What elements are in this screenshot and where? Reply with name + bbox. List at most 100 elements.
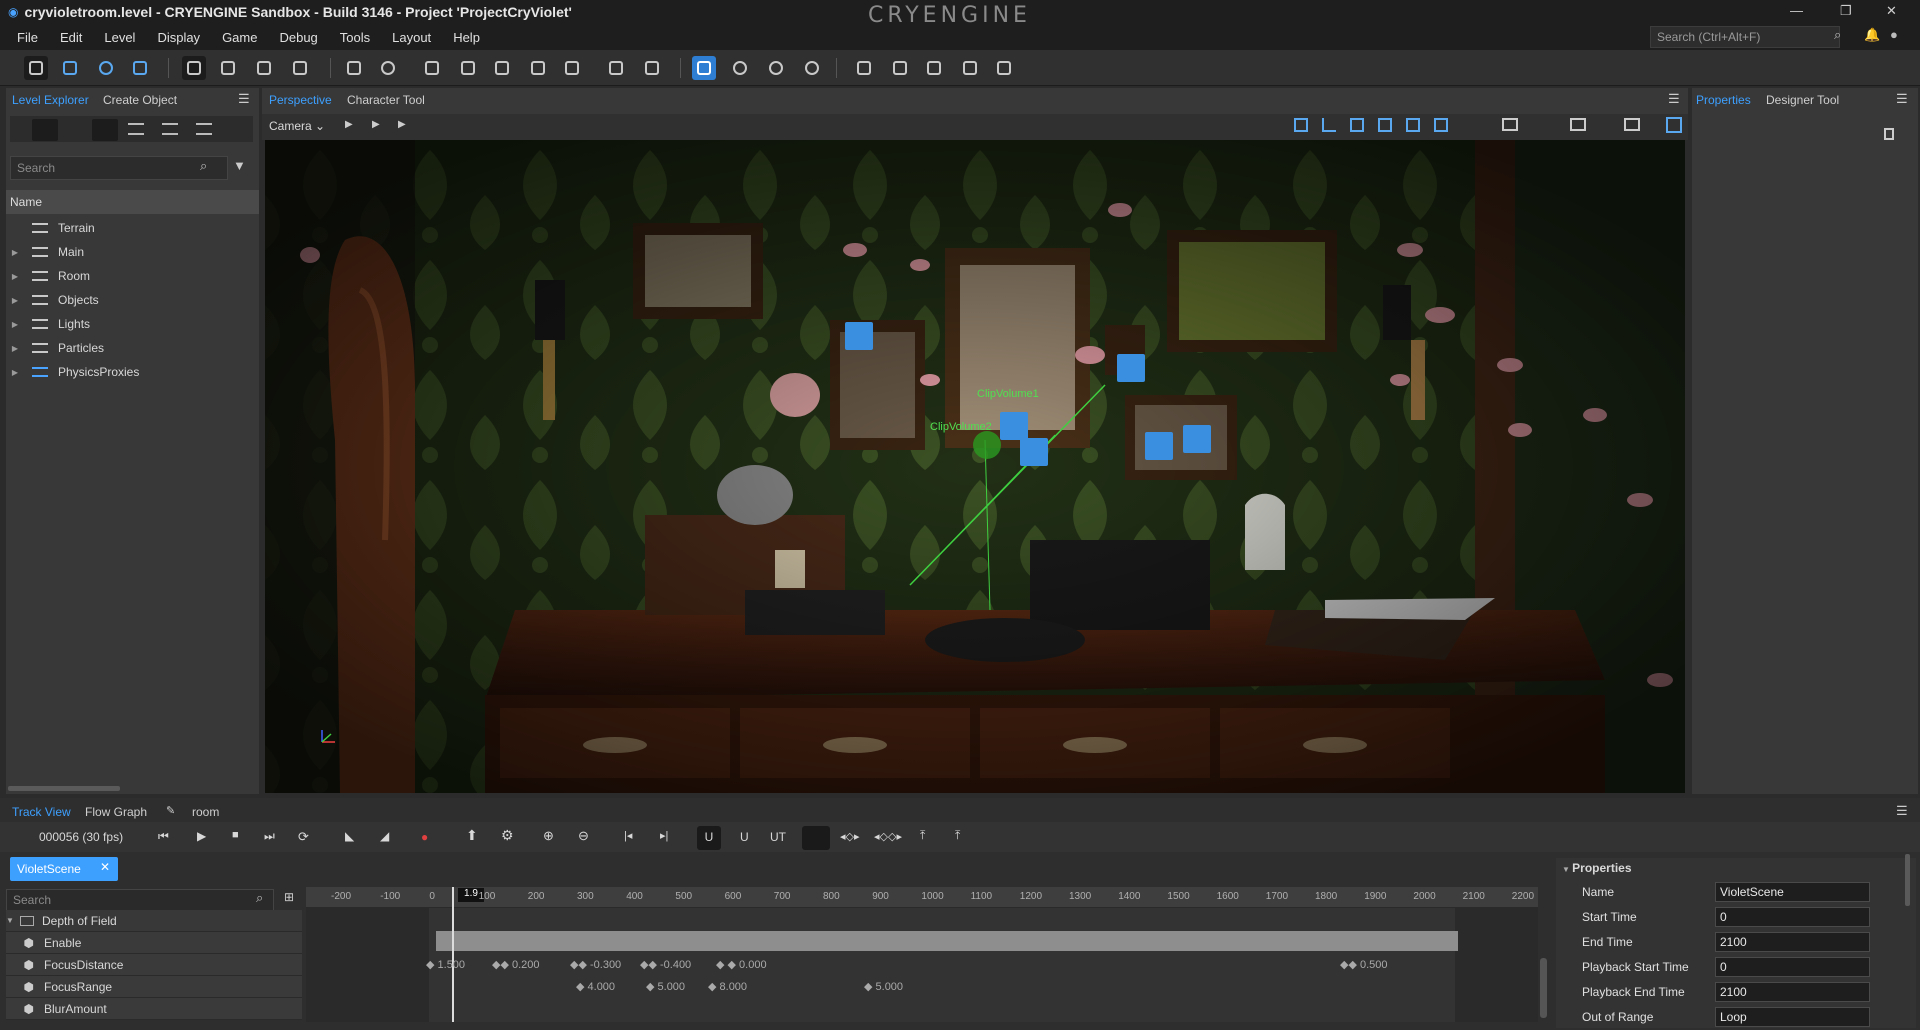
vertex-snap-icon[interactable] [1378, 118, 1392, 132]
pause-icon[interactable] [764, 56, 788, 80]
unlink-icon[interactable] [526, 56, 550, 80]
zoom-icon[interactable] [376, 56, 400, 80]
terrain-icon[interactable] [958, 56, 982, 80]
view-full-icon[interactable] [196, 123, 212, 135]
scale-snap-icon[interactable] [1350, 118, 1364, 132]
restore-button[interactable]: ❐ [1840, 3, 1852, 19]
tab-level-explorer[interactable]: Level Explorer [12, 93, 89, 107]
loop-icon[interactable]: ⟳ [298, 829, 309, 845]
lock-icon[interactable] [604, 56, 628, 80]
snap-angle-icon[interactable] [216, 56, 240, 80]
go-start-icon[interactable]: ⏮ [158, 829, 169, 844]
tab-track-view[interactable]: Track View [12, 805, 71, 819]
tab-designer-tool[interactable]: Designer Tool [1766, 93, 1839, 107]
layout-options-icon[interactable] [1624, 118, 1640, 131]
key-mode-icon[interactable] [802, 826, 830, 850]
rotate-tool-icon[interactable] [94, 56, 118, 80]
clipvolume-label[interactable]: ClipVolume1 [977, 388, 1039, 400]
scale-tool-icon[interactable] [128, 56, 152, 80]
menu-game[interactable]: Game [211, 30, 268, 45]
tab-flow-graph[interactable]: Flow Graph [85, 805, 147, 819]
ai-physics-icon[interactable] [728, 56, 752, 80]
align-center-icon[interactable] [456, 56, 480, 80]
track-focusdistance[interactable]: ⬢ FocusDistance [6, 954, 302, 976]
pin-icon[interactable]: ✎ [166, 804, 175, 817]
expand-arrow-icon[interactable]: ▶ [6, 344, 24, 353]
zoom-out-icon[interactable]: ⊖ [578, 828, 589, 844]
layer-terrain[interactable]: Terrain [6, 216, 258, 240]
layer-room[interactable]: ▶ Room [6, 264, 258, 288]
move-tool-icon[interactable] [58, 56, 82, 80]
snap-left-icon[interactable]: ◣ [345, 829, 354, 843]
next-key-icon[interactable]: ▸| [660, 829, 668, 842]
perspective-viewport[interactable]: ClipVolume1 ClipVolume2 [265, 140, 1685, 793]
tab-properties[interactable]: Properties [1696, 93, 1751, 107]
record-icon[interactable]: ● [421, 830, 428, 844]
viewport-menu-icon[interactable]: ☰ [1668, 91, 1680, 107]
user-icon[interactable]: ● [1890, 27, 1898, 42]
view-objects-icon[interactable] [162, 123, 178, 135]
close-button[interactable]: ✕ [1886, 3, 1897, 19]
menu-file[interactable]: File [6, 30, 49, 45]
flowgraph-icon[interactable] [992, 56, 1016, 80]
step-icon[interactable] [800, 56, 824, 80]
vertex-snap-icon[interactable] [342, 56, 366, 80]
expand-arrow-icon[interactable]: ▶ [6, 296, 24, 305]
link-icon[interactable] [490, 56, 514, 80]
properties-header[interactable]: ▼ Properties [1562, 861, 1632, 875]
menu-level[interactable]: Level [93, 30, 146, 45]
go-end-icon[interactable]: ⏭ [264, 829, 275, 844]
character-icon[interactable] [888, 56, 912, 80]
track-group-dof[interactable]: ▼ Depth of Field [6, 910, 302, 932]
unlock-icon[interactable] [640, 56, 664, 80]
helpers-toggle-icon[interactable] [1666, 117, 1682, 133]
panel-menu-icon[interactable]: ☰ [1896, 91, 1908, 107]
snap-grid-icon[interactable] [182, 56, 206, 80]
panel-menu-icon[interactable]: ☰ [1896, 803, 1908, 819]
snap-scale-icon[interactable] [252, 56, 276, 80]
close-icon[interactable]: ✕ [100, 860, 110, 874]
snap-right-icon[interactable]: ◢ [380, 829, 389, 843]
step-fast-icon[interactable]: ▶ [398, 119, 406, 130]
zoom-in-icon[interactable]: ⊕ [543, 828, 554, 844]
select-tool-icon[interactable] [24, 56, 48, 80]
clipvolume-label[interactable]: ClipVolume2 [930, 421, 992, 433]
snap-tick-icon[interactable]: UT [770, 830, 786, 844]
snap-frame-icon[interactable]: U [740, 830, 749, 844]
notification-icon[interactable]: 🔔 [1864, 27, 1880, 43]
add-track-icon[interactable]: ⊞ [284, 890, 294, 904]
align-icon[interactable] [420, 56, 444, 80]
playback-end-input[interactable]: 2100 [1715, 981, 1870, 1002]
tab-character-tool[interactable]: Character Tool [347, 93, 425, 107]
expand-arrow-icon[interactable]: ▶ [6, 368, 24, 377]
tab-create-object[interactable]: Create Object [103, 93, 177, 107]
minimize-button[interactable]: — [1790, 3, 1803, 18]
grid-icon[interactable] [1294, 118, 1308, 132]
timeline-scrollbar[interactable] [1540, 958, 1547, 1018]
layer-particles[interactable]: ▶ Particles [6, 336, 258, 360]
end-time-input[interactable]: 2100 [1715, 931, 1870, 952]
layer-main[interactable]: ▶ Main [6, 240, 258, 264]
view-all-icon[interactable] [92, 119, 118, 141]
menu-edit[interactable]: Edit [49, 30, 93, 45]
snap-terrain-icon[interactable] [288, 56, 312, 80]
global-search-input[interactable]: Search (Ctrl+Alt+F) [1650, 26, 1840, 48]
expand-arrow-icon[interactable]: ▶ [6, 272, 24, 281]
panel-menu-icon[interactable]: ☰ [238, 91, 250, 107]
expand-arrow-icon[interactable]: ▶ [6, 248, 24, 257]
view-layers-icon[interactable] [128, 123, 144, 135]
display-options-icon[interactable] [1502, 118, 1518, 131]
add-key-icon[interactable]: ⬆ [466, 827, 478, 844]
explorer-scrollbar[interactable] [8, 786, 120, 791]
tangent-in-icon[interactable]: ⤒ [920, 828, 925, 843]
menu-display[interactable]: Display [146, 30, 211, 45]
mannequin-icon[interactable] [922, 56, 946, 80]
layer-lights[interactable]: ▶ Lights [6, 312, 258, 336]
prev-key-icon[interactable]: |◂ [624, 829, 632, 842]
stop-icon[interactable]: ■ [232, 829, 239, 841]
menu-debug[interactable]: Debug [268, 30, 328, 45]
start-time-input[interactable]: 0 [1715, 906, 1870, 927]
enable-key-bar[interactable] [436, 931, 1458, 951]
properties-scrollbar[interactable] [1905, 854, 1910, 906]
layout-icon[interactable] [852, 56, 876, 80]
